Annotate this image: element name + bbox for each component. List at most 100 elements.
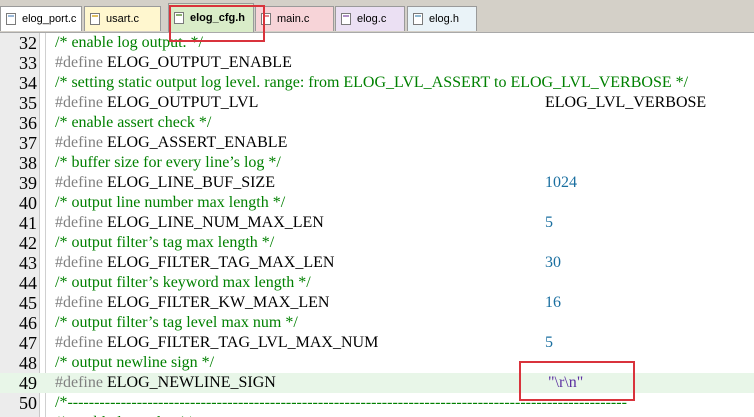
code-text: #define ELOG_LINE_NUM_MAX_LEN bbox=[55, 213, 754, 233]
code-text: /*--------------------------------------… bbox=[55, 393, 754, 413]
code-text: /* output filter’s tag level max num */ bbox=[55, 313, 754, 333]
file-icon bbox=[413, 13, 423, 25]
macro-name: ELOG_OUTPUT_ENABLE bbox=[106, 54, 292, 71]
line-number: 32 bbox=[19, 33, 37, 53]
comment-text: /*--------------------------------------… bbox=[55, 394, 627, 411]
line-number: 35 bbox=[19, 93, 37, 113]
code-line[interactable]: 50 /*------------------------------------… bbox=[0, 393, 754, 413]
line-number: 46 bbox=[19, 313, 37, 333]
code-line[interactable]: 40 /* output line number max length */ bbox=[0, 193, 754, 213]
file-icon bbox=[261, 13, 271, 25]
code-line[interactable]: 32 /* enable log output. */ bbox=[0, 33, 754, 53]
macro-value: ELOG_LVL_VERBOSE bbox=[545, 94, 707, 111]
code-line[interactable]: 42 /* output filter’s tag max length */ bbox=[0, 233, 754, 253]
code-text: /* output newline sign */ bbox=[55, 353, 754, 373]
code-line[interactable]: 47 #define ELOG_FILTER_TAG_LVL_MAX_NUM 5 bbox=[0, 333, 754, 353]
code-line[interactable]: 49 #define ELOG_NEWLINE_SIGN "\r\n" bbox=[0, 373, 754, 393]
define-keyword: #define bbox=[55, 254, 103, 271]
comment-text: /* output line number max length */ bbox=[55, 194, 286, 211]
code-text: #define ELOG_FILTER_TAG_MAX_LEN bbox=[55, 253, 754, 273]
code-line[interactable]: 33 #define ELOG_OUTPUT_ENABLE bbox=[0, 53, 754, 73]
macro-name: ELOG_FILTER_KW_MAX_LEN bbox=[106, 294, 330, 311]
code-text: #define ELOG_FILTER_KW_MAX_LEN bbox=[55, 293, 754, 313]
comment-text: /* setting static output log level. rang… bbox=[55, 74, 689, 91]
code-editor[interactable]: 32 /* enable log output. */ 33 #define ELOG… bbox=[0, 33, 754, 417]
code-text: /* output filter’s keyword max length */ bbox=[55, 273, 754, 293]
tab-elog-c[interactable]: elog.c bbox=[335, 6, 405, 31]
macro-value: 30 bbox=[545, 254, 561, 271]
macro-name: ELOG_FILTER_TAG_MAX_LEN bbox=[106, 254, 335, 271]
define-keyword: #define bbox=[55, 94, 103, 111]
tab-label: elog.h bbox=[429, 13, 459, 25]
line-number: 51 bbox=[0, 413, 37, 417]
code-text: /* output filter’s tag max length */ bbox=[55, 233, 754, 253]
macro-name: ELOG_OUTPUT_LVL bbox=[106, 94, 259, 111]
tab-label: main.c bbox=[277, 13, 310, 25]
code-text: #define ELOG_NEWLINE_SIGN bbox=[55, 373, 754, 393]
tab-label: elog_port.c bbox=[22, 13, 77, 25]
macro-name: ELOG_FILTER_TAG_LVL_MAX_NUM bbox=[106, 334, 379, 351]
line-number: 33 bbox=[19, 53, 37, 73]
code-text: /* enable assert check */ bbox=[55, 113, 754, 133]
code-line[interactable]: 41 #define ELOG_LINE_NUM_MAX_LEN 5 bbox=[0, 213, 754, 233]
code-text: /* buffer size for every line’s log */ bbox=[55, 153, 754, 173]
code-text: #define ELOG_OUTPUT_ENABLE bbox=[55, 53, 754, 73]
line-number: 39 bbox=[19, 173, 37, 193]
file-icon bbox=[341, 13, 351, 25]
code-line[interactable]: 43 #define ELOG_FILTER_TAG_MAX_LEN 30 bbox=[0, 253, 754, 273]
line-number: 34 bbox=[19, 73, 37, 93]
tab-elog-h[interactable]: elog.h bbox=[407, 6, 477, 31]
comment-text: /* enable log output. */ bbox=[55, 34, 203, 51]
define-keyword: #define bbox=[55, 174, 103, 191]
comment-text: /* output newline sign */ bbox=[55, 354, 215, 371]
code-line[interactable]: 48 /* output newline sign */ bbox=[0, 353, 754, 373]
code-line[interactable]: 46 /* output filter’s tag level max num *… bbox=[0, 313, 754, 333]
line-number: 36 bbox=[19, 113, 37, 133]
code-line[interactable]: 38 /* buffer size for every line’s log */ bbox=[0, 153, 754, 173]
code-line[interactable]: 37 #define ELOG_ASSERT_ENABLE bbox=[0, 133, 754, 153]
macro-value: "\r\n" bbox=[548, 374, 584, 391]
code-text: #define ELOG_FILTER_TAG_LVL_MAX_NUM bbox=[55, 333, 754, 353]
line-number: 44 bbox=[19, 273, 37, 293]
file-icon bbox=[90, 13, 100, 25]
code-text: /* setting static output log level. rang… bbox=[55, 73, 754, 93]
comment-text: /* output filter’s tag max length */ bbox=[55, 234, 275, 251]
file-icon bbox=[6, 13, 16, 25]
code-text: /* enable log color */ bbox=[55, 413, 754, 417]
tab-main-c[interactable]: main.c bbox=[255, 6, 334, 31]
tab-elog-cfg-h[interactable]: elog_cfg.h bbox=[168, 3, 254, 32]
line-number: 43 bbox=[19, 253, 37, 273]
line-number: 37 bbox=[19, 133, 37, 153]
code-line[interactable]: 35 #define ELOG_OUTPUT_LVL ELOG_LVL_VERBOS… bbox=[0, 93, 754, 113]
line-number: 40 bbox=[19, 193, 37, 213]
code-line[interactable]: 45 #define ELOG_FILTER_KW_MAX_LEN 16 bbox=[0, 293, 754, 313]
comment-text: /* output filter’s keyword max length */ bbox=[55, 274, 311, 291]
define-keyword: #define bbox=[55, 294, 103, 311]
code-text: /* output line number max length */ bbox=[55, 193, 754, 213]
comment-text: /* buffer size for every line’s log */ bbox=[55, 154, 281, 171]
tab-usart-c[interactable]: usart.c bbox=[84, 6, 161, 31]
code-line[interactable]: 39 #define ELOG_LINE_BUF_SIZE 1024 bbox=[0, 173, 754, 193]
macro-name: ELOG_LINE_NUM_MAX_LEN bbox=[106, 214, 324, 231]
code-line[interactable]: 36 /* enable assert check */ bbox=[0, 113, 754, 133]
code-text: #define ELOG_ASSERT_ENABLE bbox=[55, 133, 754, 153]
tab-label: usart.c bbox=[106, 13, 140, 25]
code-text: #define ELOG_LINE_BUF_SIZE bbox=[55, 173, 754, 193]
macro-value: 1024 bbox=[545, 174, 577, 191]
code-text: /* enable log output. */ bbox=[55, 33, 754, 53]
line-number: 47 bbox=[19, 333, 37, 353]
tab-label: elog_cfg.h bbox=[190, 12, 246, 24]
code-line[interactable]: 51 /* enable log color */ bbox=[0, 413, 754, 417]
macro-name: ELOG_LINE_BUF_SIZE bbox=[106, 174, 275, 191]
code-line[interactable]: 44 /* output filter’s keyword max length … bbox=[0, 273, 754, 293]
code-line[interactable]: 34 /* setting static output log level. ra… bbox=[0, 73, 754, 93]
macro-name: ELOG_ASSERT_ENABLE bbox=[106, 134, 288, 151]
tab-elog-port-c[interactable]: elog_port.c bbox=[0, 6, 82, 31]
macro-name: ELOG_NEWLINE_SIGN bbox=[106, 374, 276, 391]
define-keyword: #define bbox=[55, 374, 103, 391]
comment-text: /* output filter’s tag level max num */ bbox=[55, 314, 298, 331]
line-number: 50 bbox=[19, 393, 37, 413]
file-tab-bar: elog_port.c usart.c elog_cfg.h main.c elog.c… bbox=[0, 0, 754, 33]
line-number: 38 bbox=[19, 153, 37, 173]
comment-text: /* enable assert check */ bbox=[55, 114, 212, 131]
